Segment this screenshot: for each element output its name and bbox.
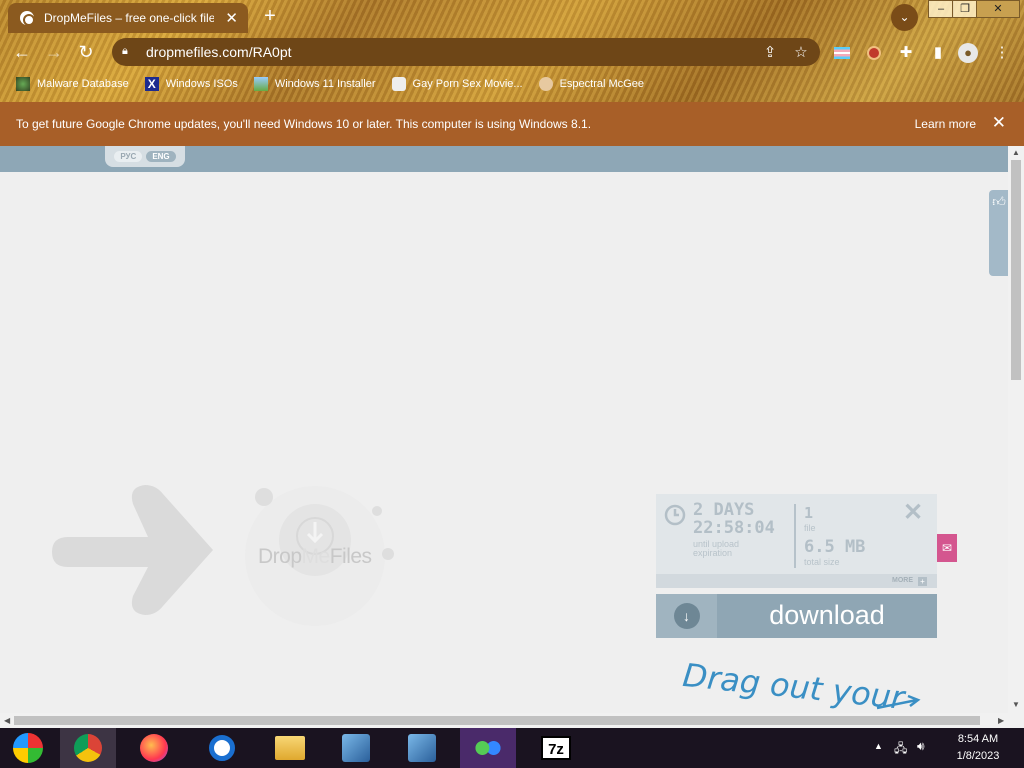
tray-expand-icon[interactable]: ▲	[874, 741, 883, 751]
restore-button[interactable]: ❐	[952, 0, 978, 18]
lock-icon: 🔒︎	[122, 45, 128, 57]
profile-icon[interactable]: ●	[958, 43, 978, 63]
tab-close-icon[interactable]: ✕	[225, 9, 238, 27]
start-orb-icon	[13, 733, 43, 763]
scroll-left-icon[interactable]: ◀	[4, 716, 10, 725]
site-favicon-icon	[20, 11, 35, 26]
address-bar[interactable]: 🔒︎ dropmefiles.com/RA0pt	[112, 38, 820, 66]
feedback-icon[interactable]: ✉︎	[937, 534, 957, 562]
drag-out-text: Drag out your	[681, 656, 908, 716]
7zip-icon: 7z	[541, 736, 571, 760]
infobar-close-icon[interactable]: ✕	[992, 113, 1006, 133]
start-button[interactable]	[0, 728, 56, 768]
expiry-days: 2 DAYS	[693, 500, 755, 520]
expiry-time: 22:58:04	[693, 518, 775, 538]
taskbar-chrome[interactable]	[60, 728, 116, 768]
network-icon[interactable]: 🖧︎	[894, 739, 907, 760]
url-text: dropmefiles.com/RA0pt	[146, 44, 292, 60]
more-plus-icon[interactable]: +	[918, 577, 927, 586]
bookmark-item[interactable]: Malware Database	[16, 77, 129, 91]
volume-icon[interactable]: 🔊︎	[917, 739, 925, 754]
download-icon-box: ↓	[656, 594, 717, 638]
taskbar-file-explorer[interactable]	[262, 728, 318, 768]
file-info-panel: 2 DAYS 22:58:04 until upload expiration …	[656, 494, 937, 588]
total-size-label: total size	[804, 557, 840, 567]
firefox-icon	[140, 734, 168, 762]
back-button[interactable]: ←	[10, 40, 34, 64]
taskbar-opera[interactable]	[194, 728, 250, 768]
infobar-message: To get future Google Chrome updates, you…	[16, 117, 592, 131]
extensions-puzzle-icon[interactable]: ✚	[896, 43, 916, 63]
file-count: 1	[804, 504, 814, 522]
opera-icon	[209, 735, 235, 761]
scroll-right-icon[interactable]: ▶	[998, 716, 1004, 725]
download-button[interactable]: ↓ download	[656, 594, 937, 638]
lang-en-button[interactable]: ENG	[146, 151, 176, 162]
more-button[interactable]: MORE	[656, 574, 937, 588]
image-icon	[253, 77, 268, 91]
reload-button[interactable]: ↻	[74, 40, 98, 64]
x-logo-icon: X	[144, 77, 159, 91]
close-panel-icon[interactable]: ✕	[903, 498, 923, 527]
bookmarks-bar: Malware Database X Windows ISOs Windows …	[0, 72, 1024, 96]
page-content: РУС ENG 👍︎ DropMeFiles 2 DAYS 22:58:04 u…	[0, 146, 1008, 716]
expiry-label: until upload expiration	[693, 539, 740, 558]
file-count-label: file	[804, 523, 816, 533]
bookmark-star-icon[interactable]: ☆	[791, 43, 811, 63]
taskbar-firefox[interactable]	[126, 728, 182, 768]
bookmark-item[interactable]: Gay Porn Sex Movie...	[391, 77, 523, 91]
panel-divider	[794, 504, 796, 568]
taskbar-installer-2[interactable]	[394, 728, 450, 768]
mascot-icon	[538, 77, 553, 91]
tab-title: DropMeFiles – free one-click file	[44, 11, 214, 25]
lang-ru-button[interactable]: РУС	[114, 151, 143, 162]
close-window-button[interactable]: ✕	[976, 0, 1020, 18]
bookmark-item[interactable]: Windows 11 Installer	[253, 77, 376, 91]
menu-kebab-icon[interactable]: ⋮	[992, 43, 1012, 63]
tab-search-button[interactable]: ⌄	[891, 4, 918, 31]
thumbs-up-icon[interactable]: 👍︎	[989, 190, 1008, 276]
drag-out-text-graphic: Drag out your	[681, 656, 921, 716]
new-tab-button[interactable]: +	[260, 5, 280, 27]
taskbar-messenger[interactable]	[460, 728, 516, 768]
side-panel-icon[interactable]: ▮	[928, 43, 948, 63]
vertical-scroll-thumb[interactable]	[1011, 160, 1021, 380]
clock-time[interactable]: 8:54 AM	[948, 733, 1008, 745]
download-arrow-icon: ↓	[673, 603, 700, 629]
share-icon[interactable]: ⇪	[760, 43, 780, 63]
installer-icon	[408, 734, 436, 762]
horizontal-scrollbar[interactable]: ◀ ▶	[0, 713, 1024, 728]
forward-button[interactable]: →	[42, 40, 66, 64]
learn-more-link[interactable]: Learn more	[915, 117, 976, 131]
horizontal-scroll-thumb[interactable]	[14, 716, 980, 725]
bookmark-item[interactable]: Espectral McGee	[538, 77, 644, 91]
taskbar-7zip[interactable]: 7z	[528, 728, 584, 768]
virus-icon	[16, 77, 30, 91]
language-switcher: РУС ENG	[105, 146, 185, 167]
dropmefiles-logo-text: DropMeFiles	[258, 545, 372, 568]
folder-icon	[275, 736, 305, 760]
update-infobar: To get future Google Chrome updates, you…	[0, 102, 1024, 146]
download-label: download	[769, 600, 885, 630]
messenger-icon	[474, 737, 502, 759]
total-size: 6.5 MB	[804, 537, 866, 557]
site-icon	[391, 77, 406, 91]
taskbar-installer[interactable]	[328, 728, 384, 768]
minimize-button[interactable]: –	[928, 0, 954, 18]
bookmark-item[interactable]: X Windows ISOs	[144, 77, 238, 91]
vertical-scrollbar[interactable]: ▲ ▼	[1008, 146, 1024, 716]
extension-avatar-icon[interactable]	[864, 43, 884, 63]
browser-frame: DropMeFiles – free one-click file ✕ + ⌄ …	[0, 0, 1024, 102]
browser-tab[interactable]: DropMeFiles – free one-click file ✕	[8, 3, 248, 33]
scroll-down-icon[interactable]: ▼	[1012, 700, 1020, 709]
scroll-up-icon[interactable]: ▲	[1012, 148, 1020, 157]
clock-icon	[664, 504, 686, 526]
clock-date[interactable]: 1/8/2023	[948, 750, 1008, 762]
arrow-graphic	[52, 485, 213, 615]
installer-icon	[342, 734, 370, 762]
chrome-icon	[74, 734, 102, 762]
windows-taskbar: 7z ▲ 🖧︎ 🔊︎ 8:54 AM 1/8/2023	[0, 728, 1024, 768]
extension-flag-icon[interactable]	[832, 43, 852, 63]
